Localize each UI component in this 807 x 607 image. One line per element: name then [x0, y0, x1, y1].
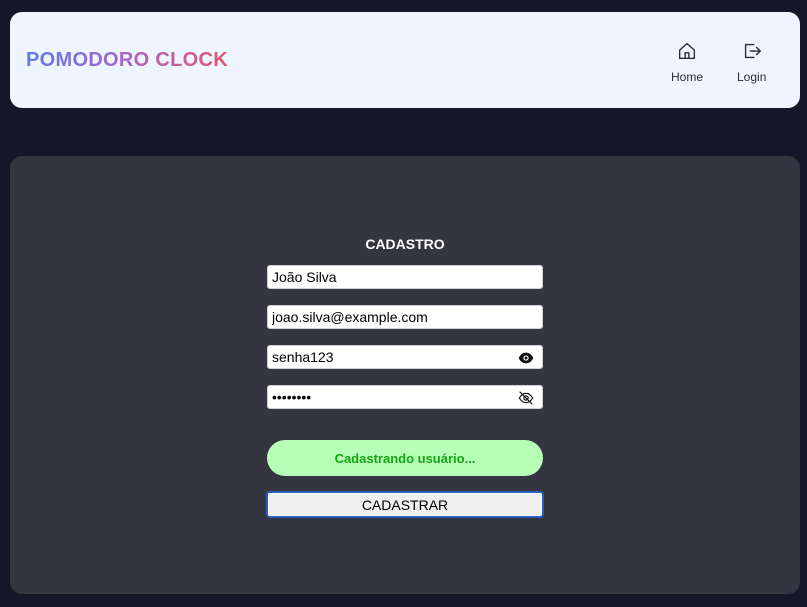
nav-login[interactable]: Login — [737, 40, 766, 84]
status-message: Cadastrando usuário... — [267, 440, 543, 476]
register-panel: CADASTRO Cadastrando usuário... CADASTRA… — [10, 156, 800, 594]
nav-home[interactable]: Home — [671, 40, 703, 84]
email-field-wrapper — [267, 305, 543, 329]
app-logo[interactable]: POMODORO CLOCK — [26, 49, 228, 72]
name-field[interactable] — [268, 266, 542, 288]
password-field-wrapper — [267, 345, 543, 369]
top-header: POMODORO CLOCK Home Login — [10, 12, 800, 108]
register-button[interactable]: CADASTRAR — [266, 491, 544, 518]
nav-login-label: Login — [737, 70, 767, 84]
confirm-password-field[interactable] — [268, 386, 542, 408]
form-title: CADASTRO — [365, 236, 445, 252]
password-field[interactable] — [268, 346, 542, 368]
nav-home-label: Home — [671, 70, 704, 84]
eye-off-icon[interactable] — [518, 390, 534, 406]
eye-icon[interactable] — [518, 350, 534, 366]
login-icon — [744, 43, 761, 59]
name-field-wrapper — [267, 265, 543, 289]
home-icon — [678, 42, 696, 60]
email-field[interactable] — [268, 306, 542, 328]
confirm-password-field-wrapper — [267, 385, 543, 409]
